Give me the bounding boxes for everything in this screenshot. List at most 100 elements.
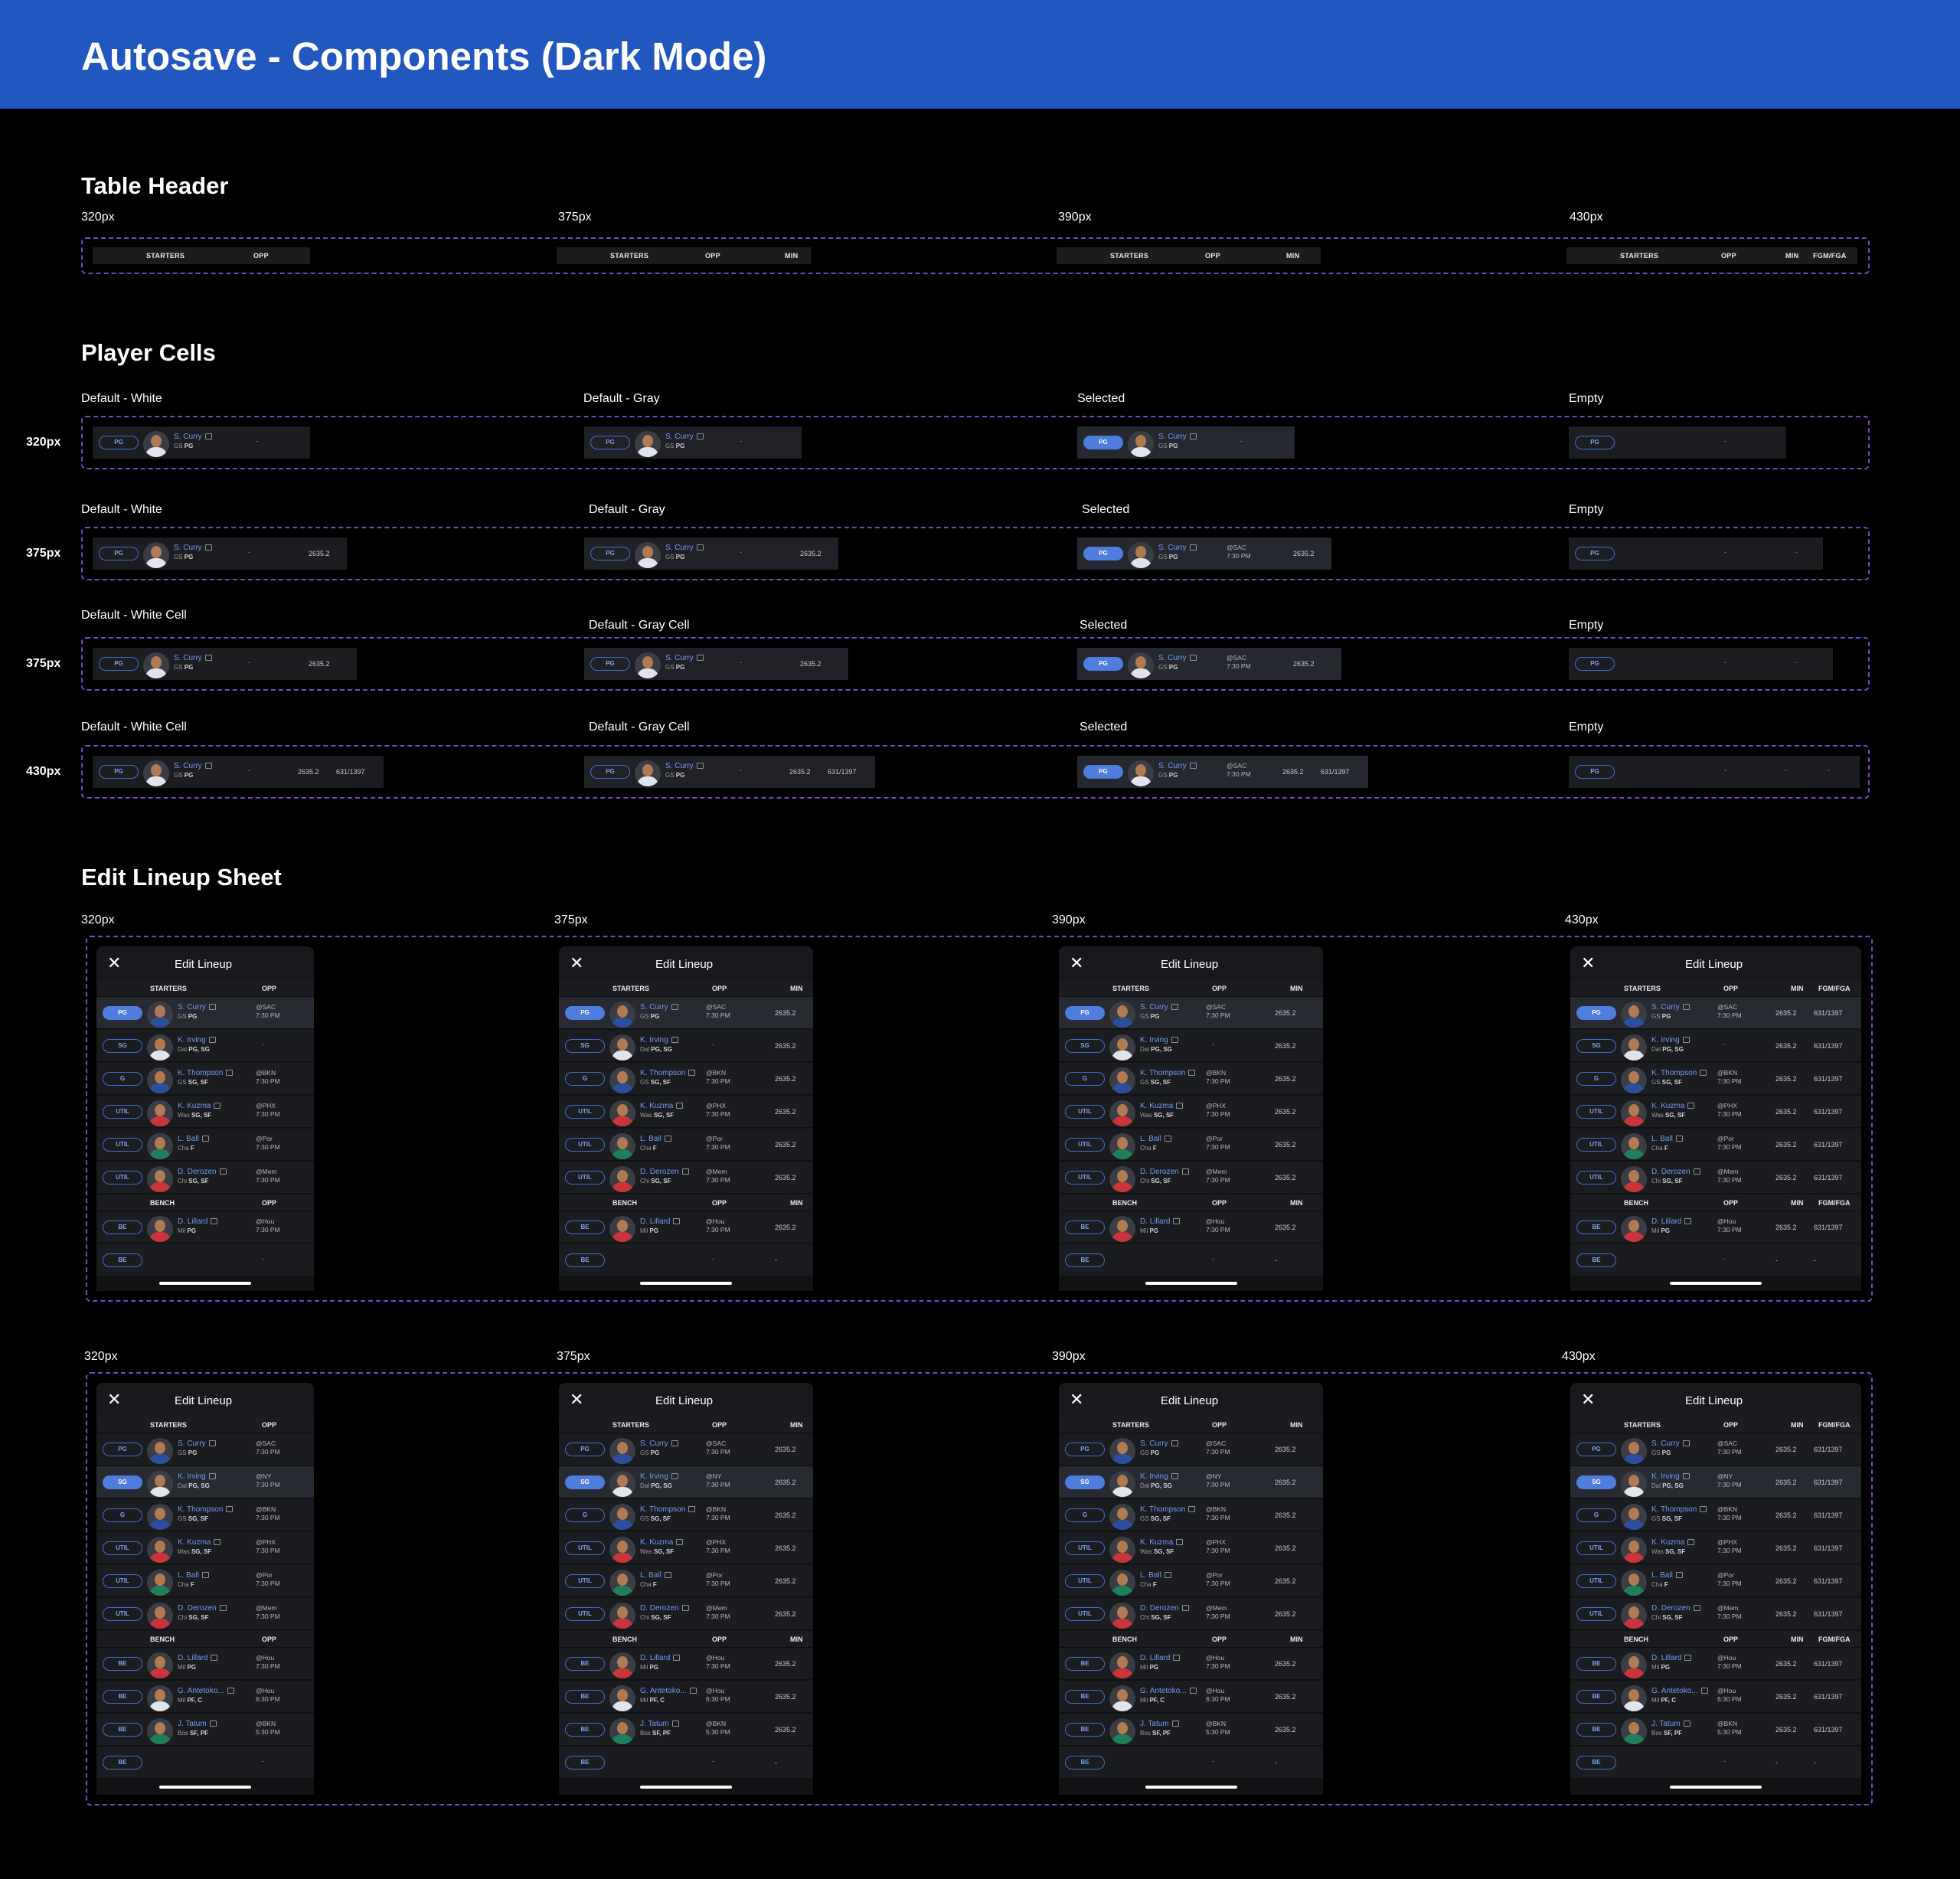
position-pill[interactable]: UTIL: [1576, 1138, 1616, 1152]
position-pill[interactable]: PG: [1083, 657, 1123, 671]
player-name[interactable]: K. Kuzma: [1140, 1102, 1184, 1110]
lineup-row[interactable]: BE -: [96, 1244, 314, 1276]
position-pill[interactable]: PG: [590, 547, 630, 560]
position-pill[interactable]: UTIL: [565, 1138, 605, 1152]
position-pill[interactable]: SG: [565, 1475, 605, 1489]
position-pill[interactable]: BE: [565, 1253, 605, 1267]
player-name[interactable]: D. Derozen: [178, 1168, 227, 1176]
position-pill[interactable]: BE: [103, 1253, 142, 1267]
player-name[interactable]: S. Curry: [665, 544, 704, 552]
player-name[interactable]: J. Tatum: [178, 1720, 217, 1728]
player-name[interactable]: K. Thompson: [1651, 1069, 1707, 1077]
lineup-row[interactable]: UTIL D. Derozen Chi SG, SF @Mem 7:30 PM 2635.…: [1059, 1598, 1323, 1630]
position-pill[interactable]: UTIL: [103, 1138, 142, 1152]
player-cell[interactable]: PG S. Curry GS PG - 2635.2 631/1397: [584, 756, 875, 788]
player-name[interactable]: D. Lillard: [1140, 1217, 1181, 1226]
player-name[interactable]: D. Derozen: [178, 1604, 227, 1613]
position-pill[interactable]: SG: [103, 1475, 142, 1489]
lineup-row[interactable]: BE - -: [559, 1747, 813, 1779]
position-pill[interactable]: PG: [1575, 765, 1615, 779]
player-name[interactable]: K. Thompson: [178, 1069, 234, 1077]
player-name[interactable]: K. Irving: [640, 1036, 678, 1044]
close-icon[interactable]: ✕: [1070, 953, 1083, 973]
position-pill[interactable]: PG: [590, 765, 630, 779]
position-pill[interactable]: UTIL: [1576, 1574, 1616, 1588]
player-name[interactable]: L. Ball: [178, 1135, 209, 1143]
position-pill[interactable]: PG: [1083, 765, 1123, 779]
position-pill[interactable]: BE: [103, 1657, 142, 1671]
player-name[interactable]: S. Curry: [665, 433, 704, 441]
lineup-row[interactable]: UTIL L. Ball Cha F @Por 7:30 PM: [96, 1565, 314, 1597]
player-cell[interactable]: PG S. Curry GS PG -: [93, 426, 310, 459]
player-cell[interactable]: PG S. Curry GS PG - 2635.2: [584, 538, 838, 570]
lineup-row[interactable]: BE D. Lillard Mil PG @Hou 7:30 PM: [96, 1211, 314, 1243]
lineup-row[interactable]: BE J. Tatum Bos SF, PF @BKN 5:30 PM 2635.2: [1059, 1714, 1323, 1746]
lineup-row[interactable]: BE G. Antetoko... Mil PF, C @Hou 6:30 PM 2635…: [1570, 1681, 1861, 1713]
position-pill[interactable]: BE: [1065, 1723, 1105, 1737]
position-pill[interactable]: BE: [1576, 1221, 1616, 1234]
player-name[interactable]: S. Curry: [174, 544, 212, 552]
player-name[interactable]: L. Ball: [1651, 1571, 1683, 1580]
position-pill[interactable]: PG: [590, 436, 630, 449]
player-name[interactable]: S. Curry: [1651, 1439, 1690, 1448]
lineup-row[interactable]: BE J. Tatum Bos SF, PF @BKN 5:30 PM: [96, 1714, 314, 1746]
player-name[interactable]: K. Irving: [178, 1472, 216, 1481]
lineup-row[interactable]: BE G. Antetoko... Mil PF, C @Hou 6:30 PM: [96, 1681, 314, 1713]
lineup-row[interactable]: UTIL K. Kuzma Was SG, SF @PHX 7:30 PM 2635.2 6…: [1570, 1096, 1861, 1128]
player-name[interactable]: L. Ball: [640, 1135, 671, 1143]
close-icon[interactable]: ✕: [570, 953, 583, 973]
lineup-row[interactable]: UTIL D. Derozen Chi SG, SF @Mem 7:30 PM 2635.…: [559, 1598, 813, 1630]
lineup-row[interactable]: BE - -: [1059, 1244, 1323, 1276]
player-name[interactable]: S. Curry: [1140, 1003, 1178, 1011]
position-pill[interactable]: SG: [1065, 1039, 1105, 1053]
position-pill[interactable]: PG: [103, 1006, 142, 1020]
player-cell[interactable]: PG S. Curry GS PG @SAC 7:30 PM 2635.2: [1077, 648, 1341, 680]
lineup-row[interactable]: PG S. Curry GS PG @SAC 7:30 PM 2635.2: [1059, 1433, 1323, 1466]
player-name[interactable]: D. Derozen: [1140, 1604, 1189, 1613]
player-cell[interactable]: PG -: [1569, 426, 1786, 459]
lineup-row[interactable]: UTIL K. Kuzma Was SG, SF @PHX 7:30 PM: [96, 1096, 314, 1128]
player-name[interactable]: L. Ball: [1140, 1135, 1171, 1143]
lineup-row[interactable]: PG S. Curry GS PG @SAC 7:30 PM: [96, 997, 314, 1029]
player-name[interactable]: L. Ball: [1140, 1571, 1171, 1580]
position-pill[interactable]: UTIL: [103, 1171, 142, 1185]
lineup-row[interactable]: BE D. Lillard Mil PG @Hou 7:30 PM 2635.2: [1059, 1211, 1323, 1243]
lineup-row[interactable]: BE - - -: [1570, 1244, 1861, 1276]
position-pill[interactable]: UTIL: [1065, 1574, 1105, 1588]
position-pill[interactable]: BE: [565, 1657, 605, 1671]
position-pill[interactable]: UTIL: [565, 1105, 605, 1119]
lineup-row[interactable]: UTIL D. Derozen Chi SG, SF @Mem 7:30 PM 2635.…: [559, 1162, 813, 1194]
player-name[interactable]: D. Lillard: [640, 1654, 681, 1662]
position-pill[interactable]: UTIL: [1065, 1541, 1105, 1555]
position-pill[interactable]: PG: [1576, 1006, 1616, 1020]
position-pill[interactable]: BE: [1065, 1657, 1105, 1671]
player-name[interactable]: L. Ball: [1651, 1135, 1683, 1143]
close-icon[interactable]: ✕: [107, 953, 121, 973]
position-pill[interactable]: BE: [565, 1756, 605, 1770]
position-pill[interactable]: BE: [103, 1221, 142, 1234]
position-pill[interactable]: PG: [590, 657, 630, 671]
lineup-row[interactable]: BE - -: [559, 1244, 813, 1276]
position-pill[interactable]: UTIL: [1576, 1607, 1616, 1621]
close-icon[interactable]: ✕: [570, 1390, 583, 1410]
position-pill[interactable]: BE: [1576, 1253, 1616, 1267]
player-name[interactable]: K. Kuzma: [640, 1102, 684, 1110]
lineup-row[interactable]: UTIL L. Ball Cha F @Por 7:30 PM 2635.2 631/139…: [1570, 1129, 1861, 1161]
position-pill[interactable]: UTIL: [1576, 1105, 1616, 1119]
player-name[interactable]: K. Irving: [1140, 1036, 1178, 1044]
position-pill[interactable]: PG: [1575, 436, 1615, 449]
lineup-row[interactable]: BE D. Lillard Mil PG @Hou 7:30 PM: [96, 1648, 314, 1680]
position-pill[interactable]: PG: [1065, 1443, 1105, 1456]
position-pill[interactable]: BE: [1065, 1253, 1105, 1267]
position-pill[interactable]: UTIL: [565, 1541, 605, 1555]
lineup-row[interactable]: G K. Thompson GS SG, SF @BKN 7:30 PM: [96, 1499, 314, 1531]
position-pill[interactable]: PG: [99, 547, 139, 560]
player-name[interactable]: S. Curry: [178, 1003, 216, 1011]
position-pill[interactable]: PG: [99, 657, 139, 671]
lineup-row[interactable]: UTIL L. Ball Cha F @Por 7:30 PM 2635.2 631/139…: [1570, 1565, 1861, 1597]
player-cell[interactable]: PG S. Curry GS PG -: [1077, 426, 1295, 459]
position-pill[interactable]: SG: [1576, 1039, 1616, 1053]
player-name[interactable]: S. Curry: [1140, 1439, 1178, 1448]
player-name[interactable]: K. Kuzma: [1651, 1102, 1695, 1110]
player-name[interactable]: G. Antetoko...: [178, 1687, 234, 1695]
